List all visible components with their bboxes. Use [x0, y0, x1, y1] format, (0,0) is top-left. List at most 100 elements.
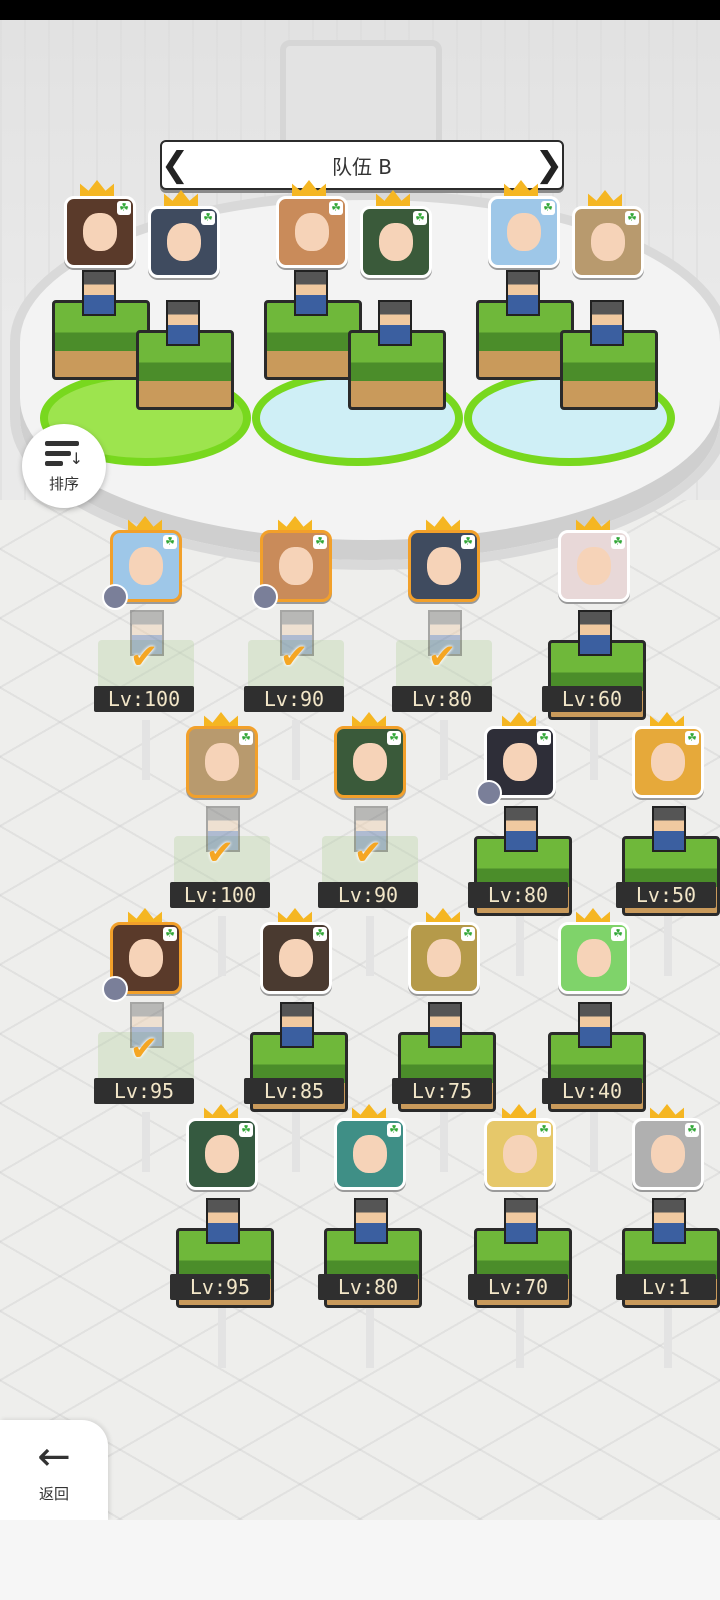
- status-bar: [0, 0, 720, 20]
- level-label: Lv:50: [616, 882, 716, 908]
- stand-pole: [516, 1308, 524, 1368]
- stand-pole: [516, 916, 524, 976]
- class-badge-icon: [476, 780, 502, 806]
- character-sprite: [504, 1198, 538, 1244]
- level-label: Lv:75: [392, 1078, 492, 1104]
- team-member-portrait[interactable]: ☘: [276, 196, 348, 268]
- leaf-icon: ☘: [611, 535, 625, 549]
- team-member-portrait[interactable]: ☘: [148, 206, 220, 278]
- character-face: [279, 547, 313, 585]
- stand-pole: [590, 1112, 598, 1172]
- level-label: Lv:80: [392, 686, 492, 712]
- checkmark-icon: ✔: [129, 637, 159, 677]
- stand-pole: [664, 1308, 672, 1368]
- character-card[interactable]: ☘: [186, 726, 258, 798]
- leaf-icon: ☘: [413, 211, 427, 225]
- level-label: Lv:95: [94, 1078, 194, 1104]
- level-label: Lv:95: [170, 1274, 270, 1300]
- level-label: Lv:90: [244, 686, 344, 712]
- character-sprite: [428, 1002, 462, 1048]
- character-card[interactable]: ☘: [408, 530, 480, 602]
- level-label: Lv:80: [468, 882, 568, 908]
- leaf-icon: ☘: [313, 535, 327, 549]
- team-member-portrait[interactable]: ☘: [572, 206, 644, 278]
- leaf-icon: ☘: [239, 1123, 253, 1137]
- level-label: Lv:100: [170, 882, 270, 908]
- team-title: 队伍 B: [331, 154, 393, 179]
- sort-button[interactable]: ↓ 排序: [22, 424, 106, 508]
- leaf-icon: ☘: [685, 1123, 699, 1137]
- character-sprite: [652, 806, 686, 852]
- bottom-navigation-bar: [0, 1520, 720, 1600]
- character-face: [83, 213, 117, 251]
- character-card[interactable]: ☘: [484, 1118, 556, 1190]
- stand-pole: [218, 916, 226, 976]
- stand-pole: [590, 720, 598, 780]
- class-badge-icon: [102, 976, 128, 1002]
- character-face: [167, 223, 201, 261]
- character-face: [577, 547, 611, 585]
- class-badge-icon: [252, 584, 278, 610]
- stand-pole: [366, 1308, 374, 1368]
- sort-label: 排序: [48, 474, 79, 493]
- character-sprite: [578, 1002, 612, 1048]
- character-sprite: [590, 300, 624, 346]
- character-face: [279, 939, 313, 977]
- character-face: [129, 547, 163, 585]
- character-sprite: [504, 806, 538, 852]
- checkmark-icon: ✔: [353, 833, 383, 873]
- character-card[interactable]: ☘: [632, 726, 704, 798]
- character-card[interactable]: ☘: [334, 726, 406, 798]
- leaf-icon: ☘: [117, 201, 131, 215]
- level-label: Lv:100: [94, 686, 194, 712]
- character-sprite: [280, 1002, 314, 1048]
- arrow-left-icon: ←: [37, 1433, 71, 1480]
- stand-pole: [366, 916, 374, 976]
- character-sprite: [82, 270, 116, 316]
- stand-pole: [292, 720, 300, 780]
- character-face: [427, 547, 461, 585]
- character-sprite: [378, 300, 412, 346]
- checkmark-icon: ✔: [279, 637, 309, 677]
- level-label: Lv:90: [318, 882, 418, 908]
- checkmark-icon: ✔: [129, 1029, 159, 1069]
- character-face: [427, 939, 461, 977]
- back-button[interactable]: ← 返回: [0, 1420, 108, 1520]
- character-sprite: [206, 1198, 240, 1244]
- character-face: [507, 213, 541, 251]
- checkmark-icon: ✔: [427, 637, 457, 677]
- character-card[interactable]: ☘: [632, 1118, 704, 1190]
- character-sprite: [506, 270, 540, 316]
- chevron-right-icon[interactable]: ❯: [534, 142, 564, 188]
- team-member-portrait[interactable]: ☘: [64, 196, 136, 268]
- leaf-icon: ☘: [541, 201, 555, 215]
- leaf-icon: ☘: [163, 927, 177, 941]
- character-card[interactable]: ☘: [260, 922, 332, 994]
- character-card[interactable]: ☘: [408, 922, 480, 994]
- leaf-icon: ☘: [313, 927, 327, 941]
- leaf-icon: ☘: [461, 535, 475, 549]
- team-member-portrait[interactable]: ☘: [488, 196, 560, 268]
- character-face: [651, 1135, 685, 1173]
- character-card[interactable]: ☘: [558, 530, 630, 602]
- leaf-icon: ☘: [611, 927, 625, 941]
- leaf-icon: ☘: [239, 731, 253, 745]
- character-card[interactable]: ☘: [186, 1118, 258, 1190]
- level-label: Lv:70: [468, 1274, 568, 1300]
- leaf-icon: ☘: [387, 1123, 401, 1137]
- character-card[interactable]: ☘: [334, 1118, 406, 1190]
- team-banner: ❮ 队伍 B ❯: [160, 140, 564, 190]
- stand-pole: [664, 916, 672, 976]
- checkmark-icon: ✔: [205, 833, 235, 873]
- character-face: [129, 939, 163, 977]
- leaf-icon: ☘: [625, 211, 639, 225]
- character-face: [577, 939, 611, 977]
- leaf-icon: ☘: [329, 201, 343, 215]
- character-face: [591, 223, 625, 261]
- class-badge-icon: [102, 584, 128, 610]
- team-member-portrait[interactable]: ☘: [360, 206, 432, 278]
- chevron-left-icon[interactable]: ❮: [160, 142, 190, 188]
- character-card[interactable]: ☘: [558, 922, 630, 994]
- character-face: [379, 223, 413, 261]
- stand-pole: [142, 1112, 150, 1172]
